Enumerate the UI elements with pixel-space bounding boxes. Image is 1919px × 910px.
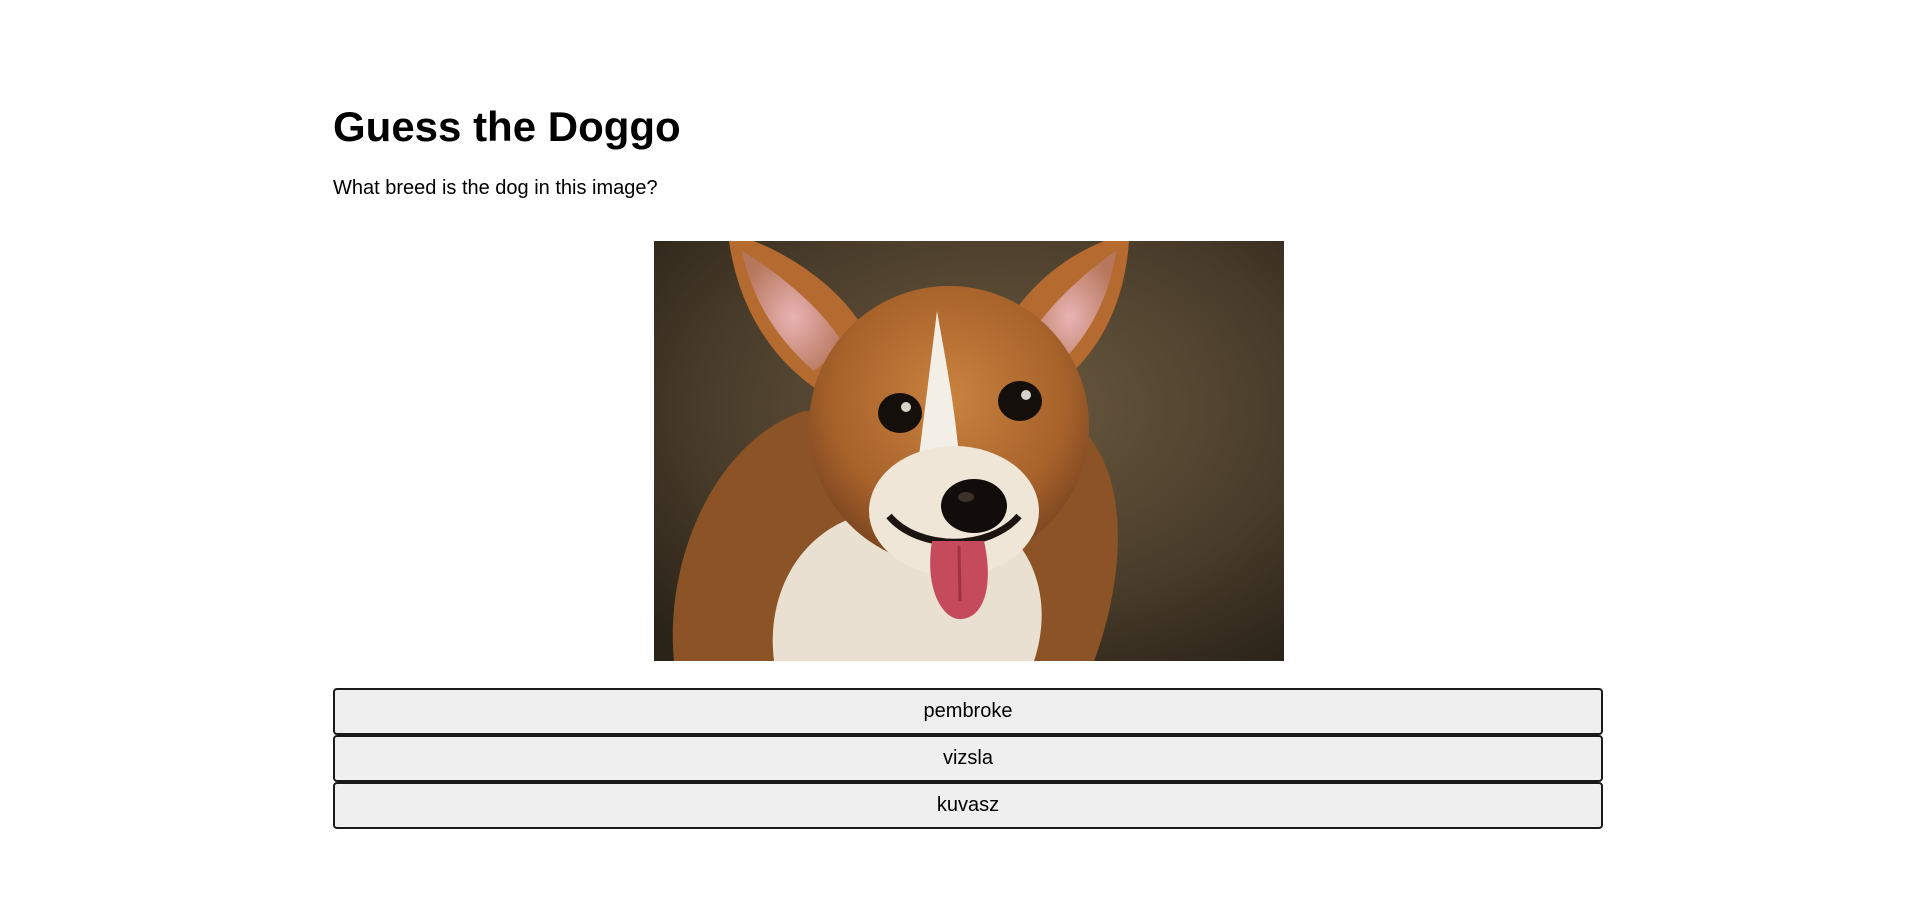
answer-button-kuvasz[interactable]: kuvasz (333, 782, 1603, 829)
dog-image (654, 241, 1284, 661)
page-title: Guess the Doggo (333, 103, 681, 150)
answer-button-pembroke[interactable]: pembroke (333, 688, 1603, 735)
question-text: What breed is the dog in this image? (333, 177, 658, 199)
dog-illustration (654, 241, 1284, 661)
answer-list: pembroke vizsla kuvasz (333, 688, 1603, 829)
answer-button-vizsla[interactable]: vizsla (333, 735, 1603, 782)
